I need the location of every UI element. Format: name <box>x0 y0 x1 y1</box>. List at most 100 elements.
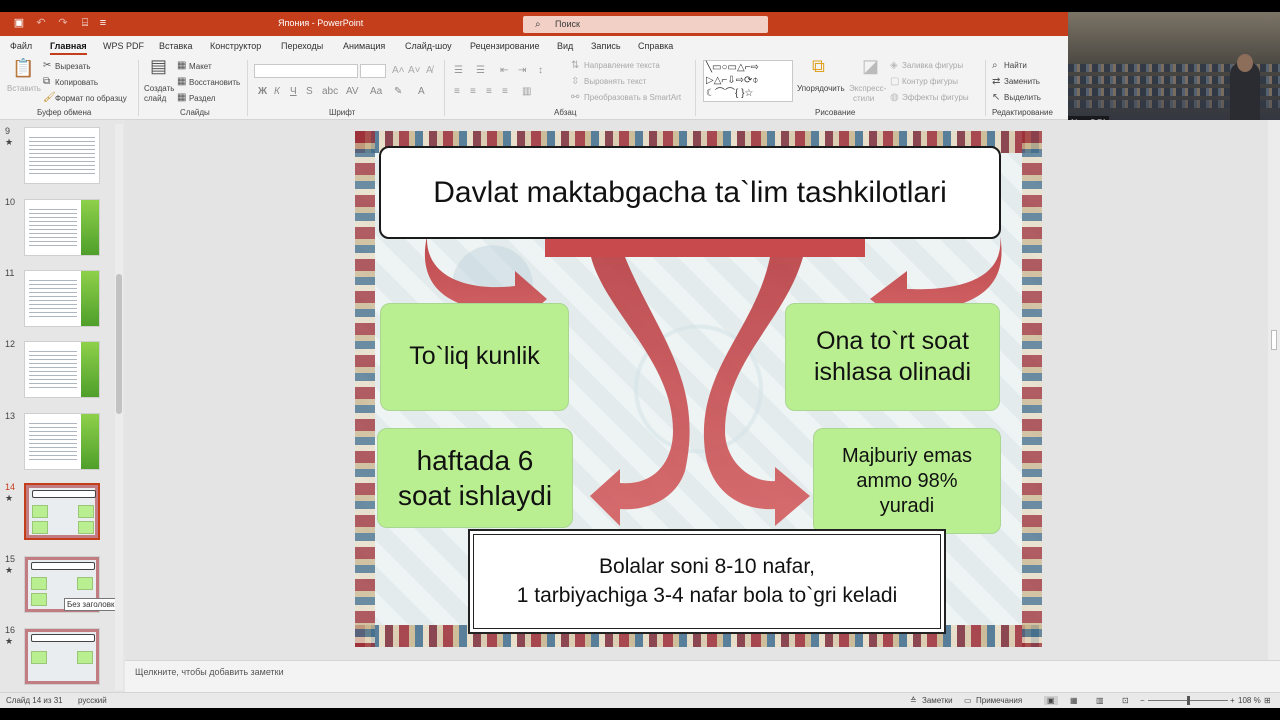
shapes-gallery[interactable]: ╲▭○▭△⌐⇨ ▷△⌐⇩⇨⟳⌽ ☾⌒⌒{ }☆ <box>703 60 793 102</box>
justify-icon[interactable]: ≡ <box>502 86 508 98</box>
tab-slideshow[interactable]: Слайд-шоу <box>405 41 452 51</box>
increase-font-icon[interactable]: A˄ <box>392 65 405 77</box>
align-right-icon[interactable]: ≡ <box>486 86 492 98</box>
paste-icon[interactable]: 📋 <box>12 59 34 77</box>
align-text-button[interactable]: Выровнять текст <box>584 77 646 86</box>
tab-home[interactable]: Главная <box>50 41 87 55</box>
align-left-icon[interactable]: ≡ <box>454 86 460 98</box>
font-size-select[interactable] <box>360 64 386 78</box>
paste-button[interactable]: Вставить <box>7 84 41 93</box>
quick-styles-icon[interactable]: ◪ <box>862 57 879 75</box>
spacing-icon[interactable]: AV <box>346 86 359 98</box>
slide-thumbnail-13[interactable] <box>24 413 100 470</box>
new-slide-icon[interactable]: ▤ <box>150 57 167 75</box>
save-icon[interactable]: ▣ <box>12 16 26 30</box>
smartart-button[interactable]: Преобразовать в SmartArt <box>584 93 681 102</box>
thumbnails-scrollbar[interactable] <box>115 124 123 690</box>
font-color-icon[interactable]: A <box>418 86 425 98</box>
bullets-icon[interactable]: ☰ <box>454 65 463 77</box>
highlight-icon[interactable]: ✎ <box>394 86 402 98</box>
line-spacing-icon[interactable]: ↕ <box>538 65 543 77</box>
tab-record[interactable]: Запись <box>591 41 621 51</box>
box-not-mandatory[interactable]: Majburiy emas ammo 98% yuradi <box>813 428 1001 534</box>
find-button[interactable]: Найти <box>1004 61 1027 70</box>
layout-button[interactable]: Макет <box>189 62 212 71</box>
box-six-hours[interactable]: haftada 6 soat ishlaydi <box>377 428 573 528</box>
current-slide[interactable]: Davlat maktabgacha ta`lim tashkilotlari … <box>355 131 1042 647</box>
language-indicator[interactable]: русский <box>78 696 107 705</box>
clear-format-icon[interactable]: A̸ <box>426 65 433 77</box>
zoom-in-icon[interactable]: + <box>1230 696 1235 705</box>
shape-outline-button[interactable]: Контур фигуры <box>902 77 958 86</box>
quick-styles-button-line1[interactable]: Экспресс- <box>849 84 886 93</box>
slide-thumbnail-14[interactable] <box>24 483 100 540</box>
select-button[interactable]: Выделить <box>1004 93 1041 102</box>
redo-icon[interactable]: ↷ <box>56 16 70 30</box>
scrollbar-thumb[interactable] <box>116 274 122 414</box>
strikethrough-icon[interactable]: abc <box>322 86 338 98</box>
italic-icon[interactable]: К <box>274 86 280 98</box>
cut-button[interactable]: Вырезать <box>55 62 91 71</box>
presentation-icon[interactable]: ⌸ <box>78 16 92 30</box>
numbering-icon[interactable]: ☰ <box>476 65 485 77</box>
box-children-count[interactable]: Bolalar soni 8-10 nafar, 1 tarbiyachiga … <box>468 529 946 634</box>
shadow-icon[interactable]: S <box>306 86 313 98</box>
underline-icon[interactable]: Ч <box>290 86 297 98</box>
editor-scrollbar[interactable] <box>1268 120 1280 660</box>
slide-title[interactable]: Davlat maktabgacha ta`lim tashkilotlari <box>379 146 1001 239</box>
copy-button[interactable]: Копировать <box>55 78 98 87</box>
new-slide-button-line2[interactable]: слайд <box>144 94 166 103</box>
increase-indent-icon[interactable]: ⇥ <box>518 65 526 77</box>
undo-icon[interactable]: ↶ <box>34 16 48 30</box>
arrange-icon[interactable]: ⧉ <box>812 57 825 75</box>
fit-to-window-icon[interactable]: ⊞ <box>1264 696 1271 705</box>
tab-help[interactable]: Справка <box>638 41 673 51</box>
customize-toolbar-icon[interactable]: ≡ <box>96 16 110 30</box>
scrollbar-thumb[interactable] <box>1271 330 1277 350</box>
notes-button[interactable]: Заметки <box>922 696 953 705</box>
zoom-out-icon[interactable]: − <box>1140 696 1145 705</box>
new-slide-button-line1[interactable]: Создать <box>144 84 174 93</box>
comments-button[interactable]: Примечания <box>976 696 1022 705</box>
shape-effects-button[interactable]: Эффекты фигуры <box>902 93 969 102</box>
tab-wps-pdf[interactable]: WPS PDF <box>103 41 144 51</box>
reset-button[interactable]: Восстановить <box>189 78 240 87</box>
tab-review[interactable]: Рецензирование <box>470 41 540 51</box>
align-center-icon[interactable]: ≡ <box>470 86 476 98</box>
columns-icon[interactable]: ▥ <box>522 86 531 98</box>
tab-view[interactable]: Вид <box>557 41 573 51</box>
slide-thumbnail-10[interactable] <box>24 199 100 256</box>
tab-animations[interactable]: Анимация <box>343 41 385 51</box>
box-full-day[interactable]: To`liq kunlik <box>380 303 569 411</box>
font-family-select[interactable] <box>254 64 358 78</box>
arrange-button[interactable]: Упорядочить <box>797 84 845 93</box>
tab-transitions[interactable]: Переходы <box>281 41 323 51</box>
text-direction-button[interactable]: Направление текста <box>584 61 660 70</box>
bold-icon[interactable]: Ж <box>258 86 267 98</box>
change-case-icon[interactable]: Aa <box>370 86 382 98</box>
notes-placeholder[interactable]: Щелкните, чтобы добавить заметки <box>135 667 284 677</box>
shape-fill-button[interactable]: Заливка фигуры <box>902 61 963 70</box>
slide-thumbnail-12[interactable] <box>24 341 100 398</box>
normal-view-icon[interactable]: ▣ <box>1044 696 1058 705</box>
zoom-level[interactable]: 108 % <box>1238 696 1261 705</box>
slideshow-icon[interactable]: ⊡ <box>1122 696 1129 705</box>
replace-button[interactable]: Заменить <box>1004 77 1040 86</box>
box-mother-works[interactable]: Ona to`rt soat ishlasa olinadi <box>785 303 1000 411</box>
decrease-indent-icon[interactable]: ⇤ <box>500 65 508 77</box>
search-input[interactable]: ⌕ Поиск <box>523 16 768 33</box>
decrease-font-icon[interactable]: A˅ <box>408 65 421 77</box>
tab-design[interactable]: Конструктор <box>210 41 261 51</box>
format-painter-button[interactable]: Формат по образцу <box>55 94 127 103</box>
tab-file[interactable]: Файл <box>10 41 32 51</box>
quick-styles-button-line2[interactable]: стили <box>853 94 874 103</box>
reading-view-icon[interactable]: ▥ <box>1096 696 1104 705</box>
zoom-slider-thumb[interactable] <box>1187 696 1190 705</box>
slide-sorter-icon[interactable]: ▦ <box>1070 696 1078 705</box>
notes-pane[interactable]: Щелкните, чтобы добавить заметки <box>125 660 1280 692</box>
tab-insert[interactable]: Вставка <box>159 41 192 51</box>
slide-thumbnail-11[interactable] <box>24 270 100 327</box>
section-button[interactable]: Раздел <box>189 94 215 103</box>
slide-thumbnail-16[interactable] <box>24 628 100 685</box>
slide-thumbnail-9[interactable] <box>24 127 100 184</box>
